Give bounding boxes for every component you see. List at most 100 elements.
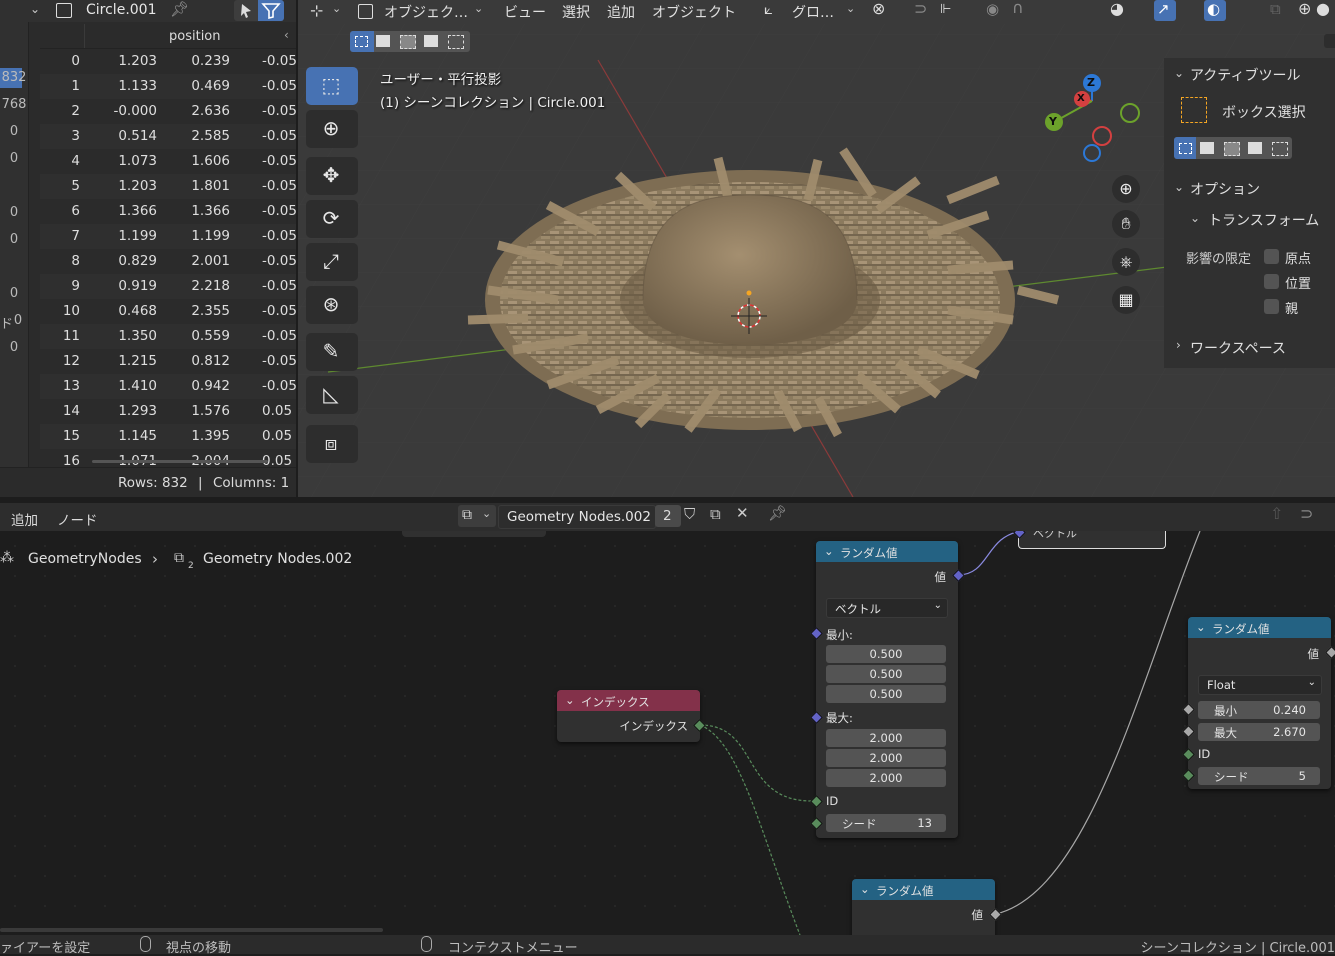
tool-select-box[interactable]: ⬚ — [306, 67, 358, 105]
3d-viewport[interactable]: Z X Y ⊹ ⌄ オブジェク… ⌄ ビュー 選択 追加 オブジェクト ⟀ グロ… — [298, 0, 1335, 497]
xray-icon[interactable]: ⧉ — [1270, 2, 1281, 17]
workspace-title[interactable]: ワークスペース — [1190, 338, 1286, 358]
tool-annotate[interactable]: ✎ — [306, 333, 358, 371]
max-x-field[interactable]: 2.000 — [826, 729, 946, 747]
index-node[interactable]: ⌄ インデックス インデックス — [557, 690, 700, 742]
chevron-down-icon[interactable]: ⌄ — [474, 3, 483, 14]
overlay-toggle-button[interactable]: ◐ — [1204, 0, 1226, 21]
min-x-field[interactable]: 0.500 — [826, 645, 946, 663]
close-icon[interactable]: ✕ — [736, 506, 749, 521]
chevron-down-icon[interactable]: ⌄ — [1196, 620, 1206, 634]
tool-move[interactable]: ✥ — [306, 157, 358, 195]
transform-icon[interactable]: ⊹ — [310, 3, 323, 19]
zoom-icon[interactable]: ⊕ — [1112, 175, 1140, 203]
index-node-header[interactable]: ⌄ インデックス — [557, 690, 700, 711]
random-bottom-header[interactable]: ⌄ ランダム値 — [852, 879, 995, 900]
menu-select[interactable]: 選択 — [562, 2, 590, 22]
parent-node-tree-icon[interactable]: ⇧ — [1270, 506, 1283, 522]
select-new-button[interactable] — [1174, 137, 1196, 159]
tool-measure[interactable]: ◺ — [306, 376, 358, 414]
menu-view[interactable]: ビュー — [504, 2, 546, 22]
chevron-down-icon[interactable]: ⌄ — [1190, 211, 1200, 225]
horizontal-scrollbar[interactable] — [92, 460, 268, 463]
mode-dropdown[interactable]: オブジェク… — [384, 2, 468, 22]
select-filter-button[interactable] — [234, 0, 258, 21]
menu-add[interactable]: 追加 — [607, 2, 635, 22]
random-vector-header[interactable]: ⌄ ランダム値 — [816, 541, 958, 562]
select-extend-button[interactable] — [376, 35, 390, 47]
chevron-down-icon[interactable]: ⌄ — [565, 693, 575, 707]
min-field[interactable]: 最小 0.240 — [1198, 701, 1320, 719]
max-field[interactable]: 最大 2.670 — [1198, 723, 1320, 741]
random-float-header[interactable]: ⌄ ランダム値 — [1188, 617, 1331, 638]
falloff-icon[interactable]: ∩ — [1012, 0, 1024, 16]
pin-icon[interactable]: 📌︎ — [170, 2, 189, 17]
snap-icon[interactable]: ⊃ — [914, 1, 927, 17]
active-tool-title[interactable]: アクティブツール — [1190, 65, 1300, 85]
pivot-icon[interactable]: ⊗ — [872, 1, 885, 17]
seed-field[interactable]: シード 13 — [826, 814, 946, 832]
options-title[interactable]: オプション — [1190, 179, 1260, 199]
select-invert-button[interactable] — [1248, 142, 1262, 154]
tool-cursor[interactable]: ⊕ — [306, 110, 358, 148]
wireframe-shading-icon[interactable]: ⊕ — [1298, 1, 1311, 17]
menu-object[interactable]: オブジェクト — [652, 2, 736, 22]
menu-add[interactable]: 追加 — [11, 509, 38, 529]
user-count-button[interactable]: 2 — [655, 505, 681, 527]
select-invert-button[interactable] — [424, 35, 438, 47]
select-new-button[interactable] — [350, 31, 374, 52]
sidebar-tab[interactable] — [1324, 34, 1335, 48]
camera-icon[interactable]: ⎈ — [1112, 248, 1140, 276]
chevron-down-icon[interactable]: ⌄ — [1174, 180, 1184, 194]
chevron-down-icon[interactable]: ⌄ — [824, 544, 834, 558]
data-type-dropdown[interactable]: Float ⌄ — [1198, 675, 1322, 695]
select-intersect-button[interactable] — [448, 35, 464, 49]
grid-perspective-icon[interactable]: ▦ — [1112, 286, 1140, 314]
filter-button[interactable] — [258, 0, 284, 21]
tool-add-cube[interactable]: ⧈ — [306, 425, 358, 463]
partial-node[interactable] — [402, 531, 546, 537]
node-tree-name-field[interactable]: Geometry Nodes.002 — [498, 505, 656, 529]
random-value-node-bottom[interactable]: ⌄ ランダム値 値 — [852, 879, 995, 935]
select-extend-button[interactable] — [1200, 142, 1214, 154]
seed-field[interactable]: シード 5 — [1198, 767, 1320, 785]
breadcrumb-leaf[interactable]: Geometry Nodes.002 — [203, 551, 352, 567]
vector-node-partial[interactable]: ベクトル — [1018, 531, 1166, 549]
pin-icon[interactable]: 📌︎ — [768, 506, 787, 521]
chevron-down-icon[interactable]: ⌄ — [30, 3, 40, 15]
snap-increment-icon[interactable]: ⊩ — [940, 3, 951, 16]
chevron-left-icon[interactable]: ‹ — [284, 28, 289, 42]
max-y-field[interactable]: 2.000 — [826, 749, 946, 767]
solid-shading-icon[interactable]: ● — [1316, 1, 1330, 17]
random-value-float-node[interactable]: ⌄ ランダム値 値 Float ⌄ 最小 0.240 最大 2.670 ID シ… — [1188, 617, 1331, 789]
data-type-dropdown[interactable]: ベクトル ⌄ — [826, 598, 948, 618]
chevron-down-icon[interactable]: ⌄ — [860, 882, 870, 896]
breadcrumb-root[interactable]: GeometryNodes — [28, 551, 142, 567]
tool-transform[interactable]: ⊛ — [306, 286, 358, 324]
origins-checkbox[interactable] — [1264, 249, 1279, 264]
duplicate-icon[interactable]: ⧉ — [710, 507, 721, 522]
fake-user-shield-icon[interactable]: ⛉ — [684, 507, 695, 522]
column-header-position[interactable]: position — [169, 29, 221, 44]
select-subtract-button[interactable] — [400, 35, 416, 49]
chevron-down-icon[interactable]: ⌄ — [1174, 66, 1184, 80]
select-intersect-button[interactable] — [1272, 142, 1288, 156]
tool-rotate[interactable]: ⟳ — [306, 200, 358, 238]
max-z-field[interactable]: 2.000 — [826, 769, 946, 787]
chevron-right-icon[interactable]: › — [1176, 338, 1181, 352]
select-subtract-button[interactable] — [1224, 142, 1240, 156]
parents-checkbox[interactable] — [1264, 299, 1279, 314]
gizmo-toggle-button[interactable]: ↗ — [1154, 0, 1176, 21]
transform-title[interactable]: トランスフォーム — [1208, 210, 1319, 230]
pan-hand-icon[interactable]: ✋︎ — [1112, 210, 1140, 238]
node-tree-browse[interactable]: ⧉ ⌄ — [458, 505, 496, 527]
menu-node[interactable]: ノード — [57, 509, 98, 529]
locations-checkbox[interactable] — [1264, 274, 1279, 289]
orientation-dropdown[interactable]: グロ… — [792, 2, 834, 22]
min-z-field[interactable]: 0.500 — [826, 685, 946, 703]
min-y-field[interactable]: 0.500 — [826, 665, 946, 683]
chevron-down-icon[interactable]: ⌄ — [846, 3, 855, 14]
tool-scale[interactable]: ⤢ — [306, 243, 358, 281]
visibility-icon[interactable]: ◕ — [1110, 1, 1124, 17]
proportional-edit-icon[interactable]: ◉ — [986, 2, 999, 17]
